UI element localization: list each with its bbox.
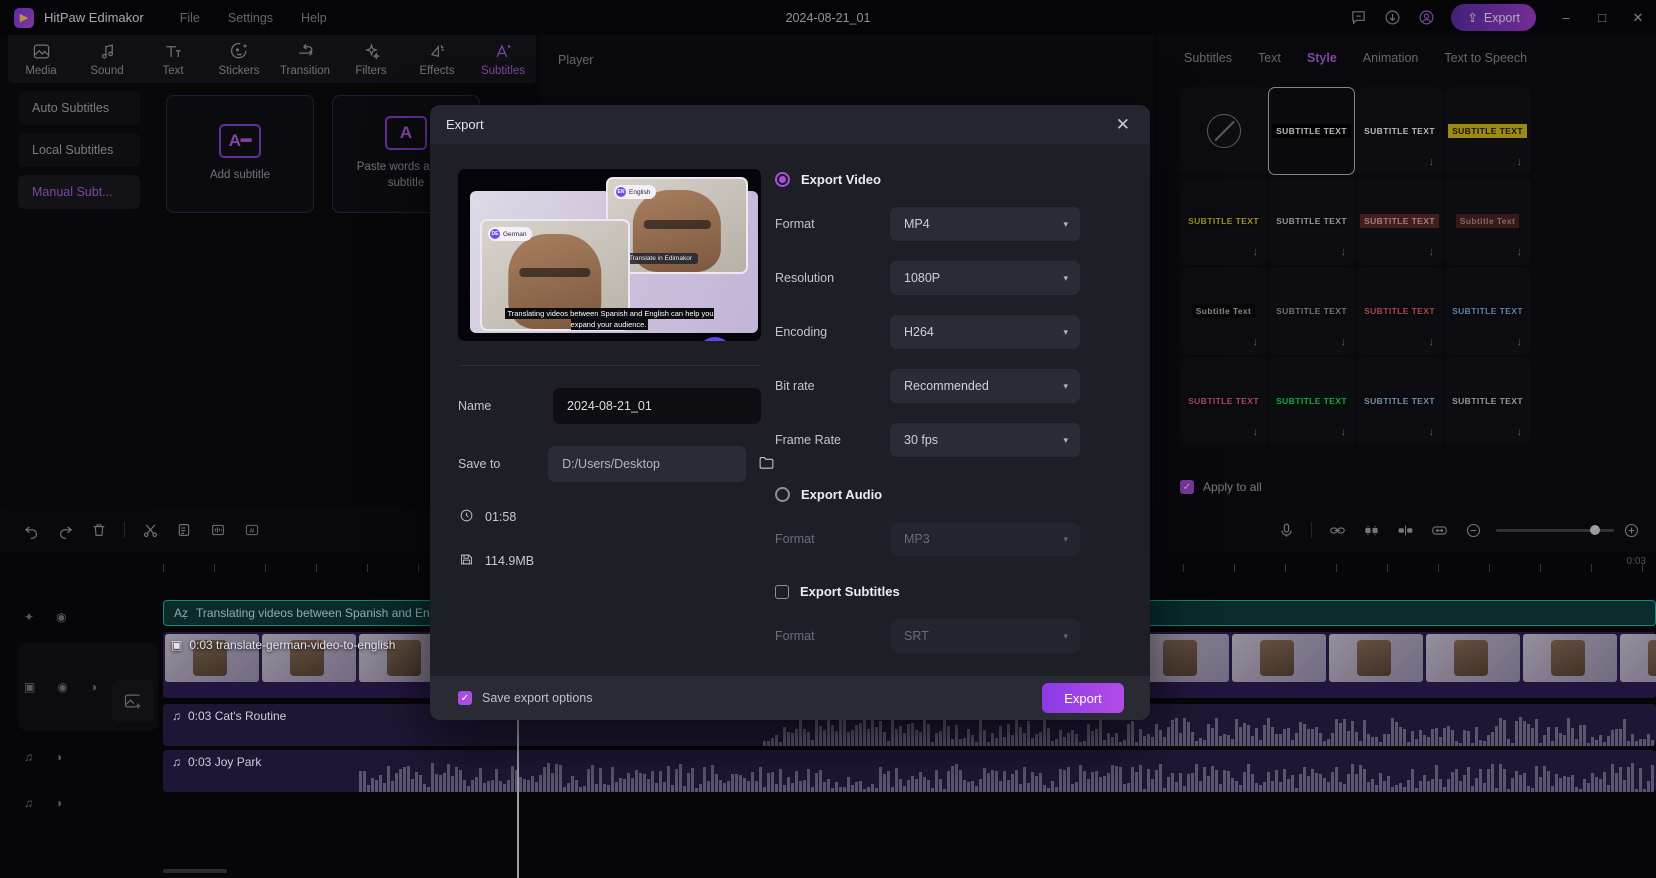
export-audio-label: Export Audio	[801, 487, 883, 502]
name-label: Name	[458, 399, 492, 413]
duration-row: 01:58	[458, 508, 775, 526]
disk-icon	[458, 552, 474, 570]
preview-caption: Translating videos between Spanish and E…	[505, 308, 714, 331]
chevron-down-icon: ▾	[1063, 533, 1068, 544]
export-confirm-button[interactable]: Export	[1042, 683, 1124, 713]
chevron-down-icon: ▾	[1063, 272, 1068, 283]
name-row: Name 2024-08-21_01	[458, 388, 775, 424]
export-audio-radio-row[interactable]: Export Audio	[775, 487, 1150, 502]
dialog-right-column: Export Video Format MP4 ▾ Resolution 108…	[775, 144, 1150, 676]
duration-value: 01:58	[485, 510, 517, 524]
close-icon[interactable]: ✕	[1112, 115, 1134, 135]
preview-languages-badge: 35+ Languages	[698, 337, 732, 341]
audio-format-select: MP3 ▾	[890, 522, 1080, 556]
app-root: ▶ HitPaw Edimakor File Settings Help 202…	[0, 0, 1656, 878]
dialog-footer: ✓ Save export options Export	[430, 676, 1150, 720]
encoding-label: Encoding	[775, 325, 828, 339]
framerate-row: Frame Rate 30 fps ▾	[775, 423, 1150, 457]
audio-format-row: Format MP3 ▾	[775, 522, 1150, 556]
bitrate-select[interactable]: Recommended ▾	[890, 369, 1080, 403]
framerate-value: 30 fps	[904, 433, 939, 447]
audio-format-label: Format	[775, 532, 815, 546]
video-clip-label-row: ▣ 0:03 translate-german-video-to-english	[171, 638, 395, 652]
badge-label: English	[629, 188, 651, 196]
subtitle-format-label: Format	[775, 629, 815, 643]
save-export-options-row[interactable]: ✓ Save export options	[458, 691, 593, 705]
audio-clip-label-row-2: ♫ 0:03 Joy Park	[172, 755, 261, 769]
music-note-icon: ♫	[172, 709, 181, 723]
encoding-select[interactable]: H264 ▾	[890, 315, 1080, 349]
format-label: Format	[775, 217, 815, 231]
preview-chip-translate: Translate in Edimakor	[623, 253, 698, 264]
chevron-down-icon: ▾	[1063, 326, 1068, 337]
subtitle-format-row: Format SRT ▾	[775, 619, 1150, 653]
export-subtitles-label: Export Subtitles	[800, 584, 900, 599]
format-row: Format MP4 ▾	[775, 207, 1150, 241]
dialog-left-column: EN English Translate in Edimakor DE Germ…	[430, 144, 775, 676]
encoding-value: H264	[904, 325, 934, 339]
export-dialog: Export ✕ EN English Translate in Edimako…	[430, 105, 1150, 720]
dialog-header: Export ✕	[430, 105, 1150, 144]
video-clip-icon: ▣	[171, 638, 183, 652]
video-clip-label: 0:03 translate-german-video-to-english	[189, 638, 396, 652]
badge-code: DE	[490, 229, 500, 239]
framerate-label: Frame Rate	[775, 433, 841, 447]
format-select[interactable]: MP4 ▾	[890, 207, 1080, 241]
chevron-down-icon: ▾	[1063, 434, 1068, 445]
audio-clip-label-row-1: ♫ 0:03 Cat's Routine	[172, 709, 286, 723]
save-to-row: Save to D:/Users/Desktop	[458, 446, 775, 482]
resolution-value: 1080P	[904, 271, 941, 285]
badge-german: DE German	[488, 227, 533, 241]
audio-clip-label: 0:03 Cat's Routine	[188, 709, 287, 723]
save-to-input[interactable]: D:/Users/Desktop	[548, 446, 746, 482]
chevron-down-icon: ▾	[1063, 630, 1068, 641]
badge-label: German	[503, 230, 527, 238]
save-to-label: Save to	[458, 457, 501, 471]
save-export-options-checkbox[interactable]: ✓	[458, 691, 472, 705]
subtitle-format-value: SRT	[904, 629, 929, 643]
size-row: 114.9MB	[458, 552, 775, 570]
bitrate-row: Bit rate Recommended ▾	[775, 369, 1150, 403]
size-value: 114.9MB	[485, 554, 535, 568]
name-input[interactable]: 2024-08-21_01	[553, 388, 761, 424]
bitrate-value: Recommended	[904, 379, 989, 393]
resolution-label: Resolution	[775, 271, 835, 285]
subtitle-format-select: SRT ▾	[890, 619, 1080, 653]
badge-code: EN	[616, 187, 626, 197]
format-value: MP4	[904, 217, 930, 231]
export-audio-radio[interactable]	[775, 487, 790, 502]
export-subtitles-checkbox[interactable]	[775, 584, 789, 599]
bitrate-label: Bit rate	[775, 379, 815, 393]
folder-icon[interactable]	[758, 454, 775, 475]
music-note-icon: ♫	[172, 755, 181, 769]
audio-clip-label: 0:03 Joy Park	[188, 755, 262, 769]
chevron-down-icon: ▾	[1063, 218, 1068, 229]
dialog-title: Export	[446, 117, 484, 132]
save-export-options-label: Save export options	[482, 691, 593, 705]
resolution-row: Resolution 1080P ▾	[775, 261, 1150, 295]
left-divider	[458, 365, 761, 366]
framerate-select[interactable]: 30 fps ▾	[890, 423, 1080, 457]
badge-english: EN English	[614, 185, 657, 199]
export-preview: EN English Translate in Edimakor DE Germ…	[458, 169, 761, 341]
export-subtitles-row[interactable]: Export Subtitles	[775, 584, 1150, 599]
chevron-down-icon: ▾	[1063, 380, 1068, 391]
clock-icon	[458, 508, 474, 526]
encoding-row: Encoding H264 ▾	[775, 315, 1150, 349]
export-video-radio-row[interactable]: Export Video	[775, 172, 1150, 187]
export-video-radio[interactable]	[775, 172, 790, 187]
export-video-label: Export Video	[801, 172, 881, 187]
resolution-select[interactable]: 1080P ▾	[890, 261, 1080, 295]
dialog-body: EN English Translate in Edimakor DE Germ…	[430, 144, 1150, 676]
audio-format-value: MP3	[904, 532, 930, 546]
